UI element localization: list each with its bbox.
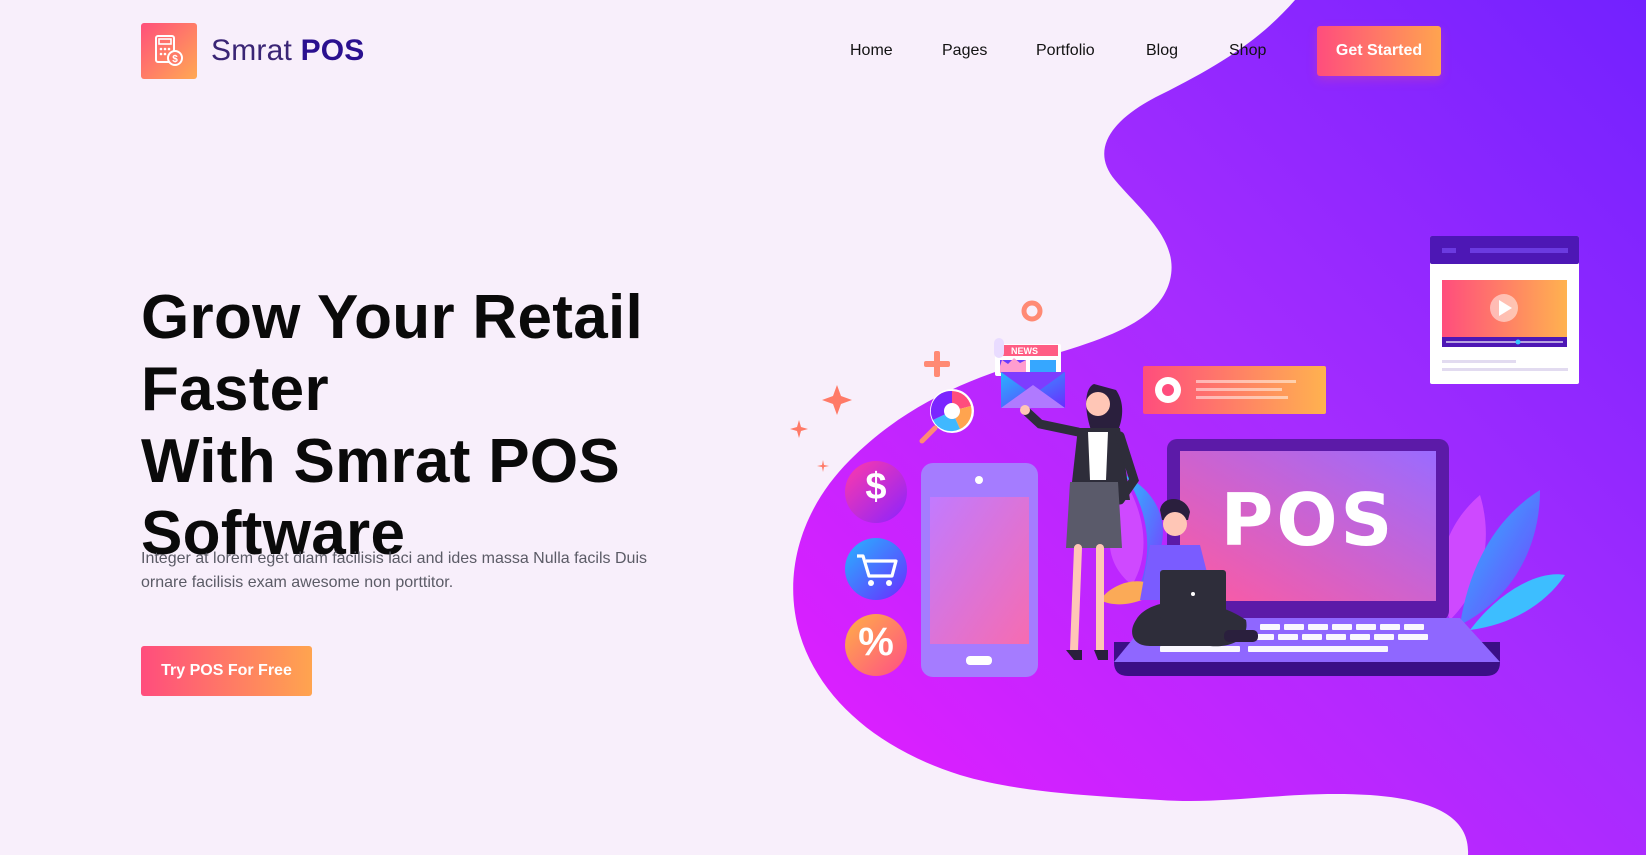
dollar-coin-label: $ [865, 466, 887, 508]
hero-description: Integer at lorem eget diam facilisis lac… [141, 550, 647, 591]
landing-page: $ Smrat POS Home Pages Portfolio Blog Sh… [0, 0, 1646, 855]
brand-name: Smrat POS [211, 34, 365, 68]
hero-title-line-1: Grow Your Retail Faster [141, 283, 644, 424]
calculator-dollar-icon: $ [141, 23, 197, 79]
brand-logo[interactable]: $ Smrat POS [141, 23, 365, 79]
hero-title: Grow Your Retail Faster With Smrat POS S… [141, 282, 821, 570]
nav-home-link[interactable]: Home [850, 42, 893, 60]
nav-pages-link[interactable]: Pages [942, 42, 987, 60]
nav-blog-link[interactable]: Blog [1146, 42, 1178, 60]
hero-title-line-2: With Smrat POS [141, 427, 621, 496]
envelope-news-badge: NEWS [1011, 346, 1038, 356]
brand-name-bold: POS [300, 34, 365, 67]
get-started-button[interactable]: Get Started [1317, 26, 1441, 76]
svg-text:$: $ [172, 54, 178, 65]
percent-coin-label: % [858, 620, 894, 664]
nav-shop-link[interactable]: Shop [1229, 42, 1266, 60]
brand-name-light: Smrat [211, 34, 293, 67]
laptop-screen-pos-text: POS [1220, 478, 1396, 562]
nav-portfolio-link[interactable]: Portfolio [1036, 42, 1095, 60]
try-pos-free-button[interactable]: Try POS For Free [141, 646, 312, 696]
